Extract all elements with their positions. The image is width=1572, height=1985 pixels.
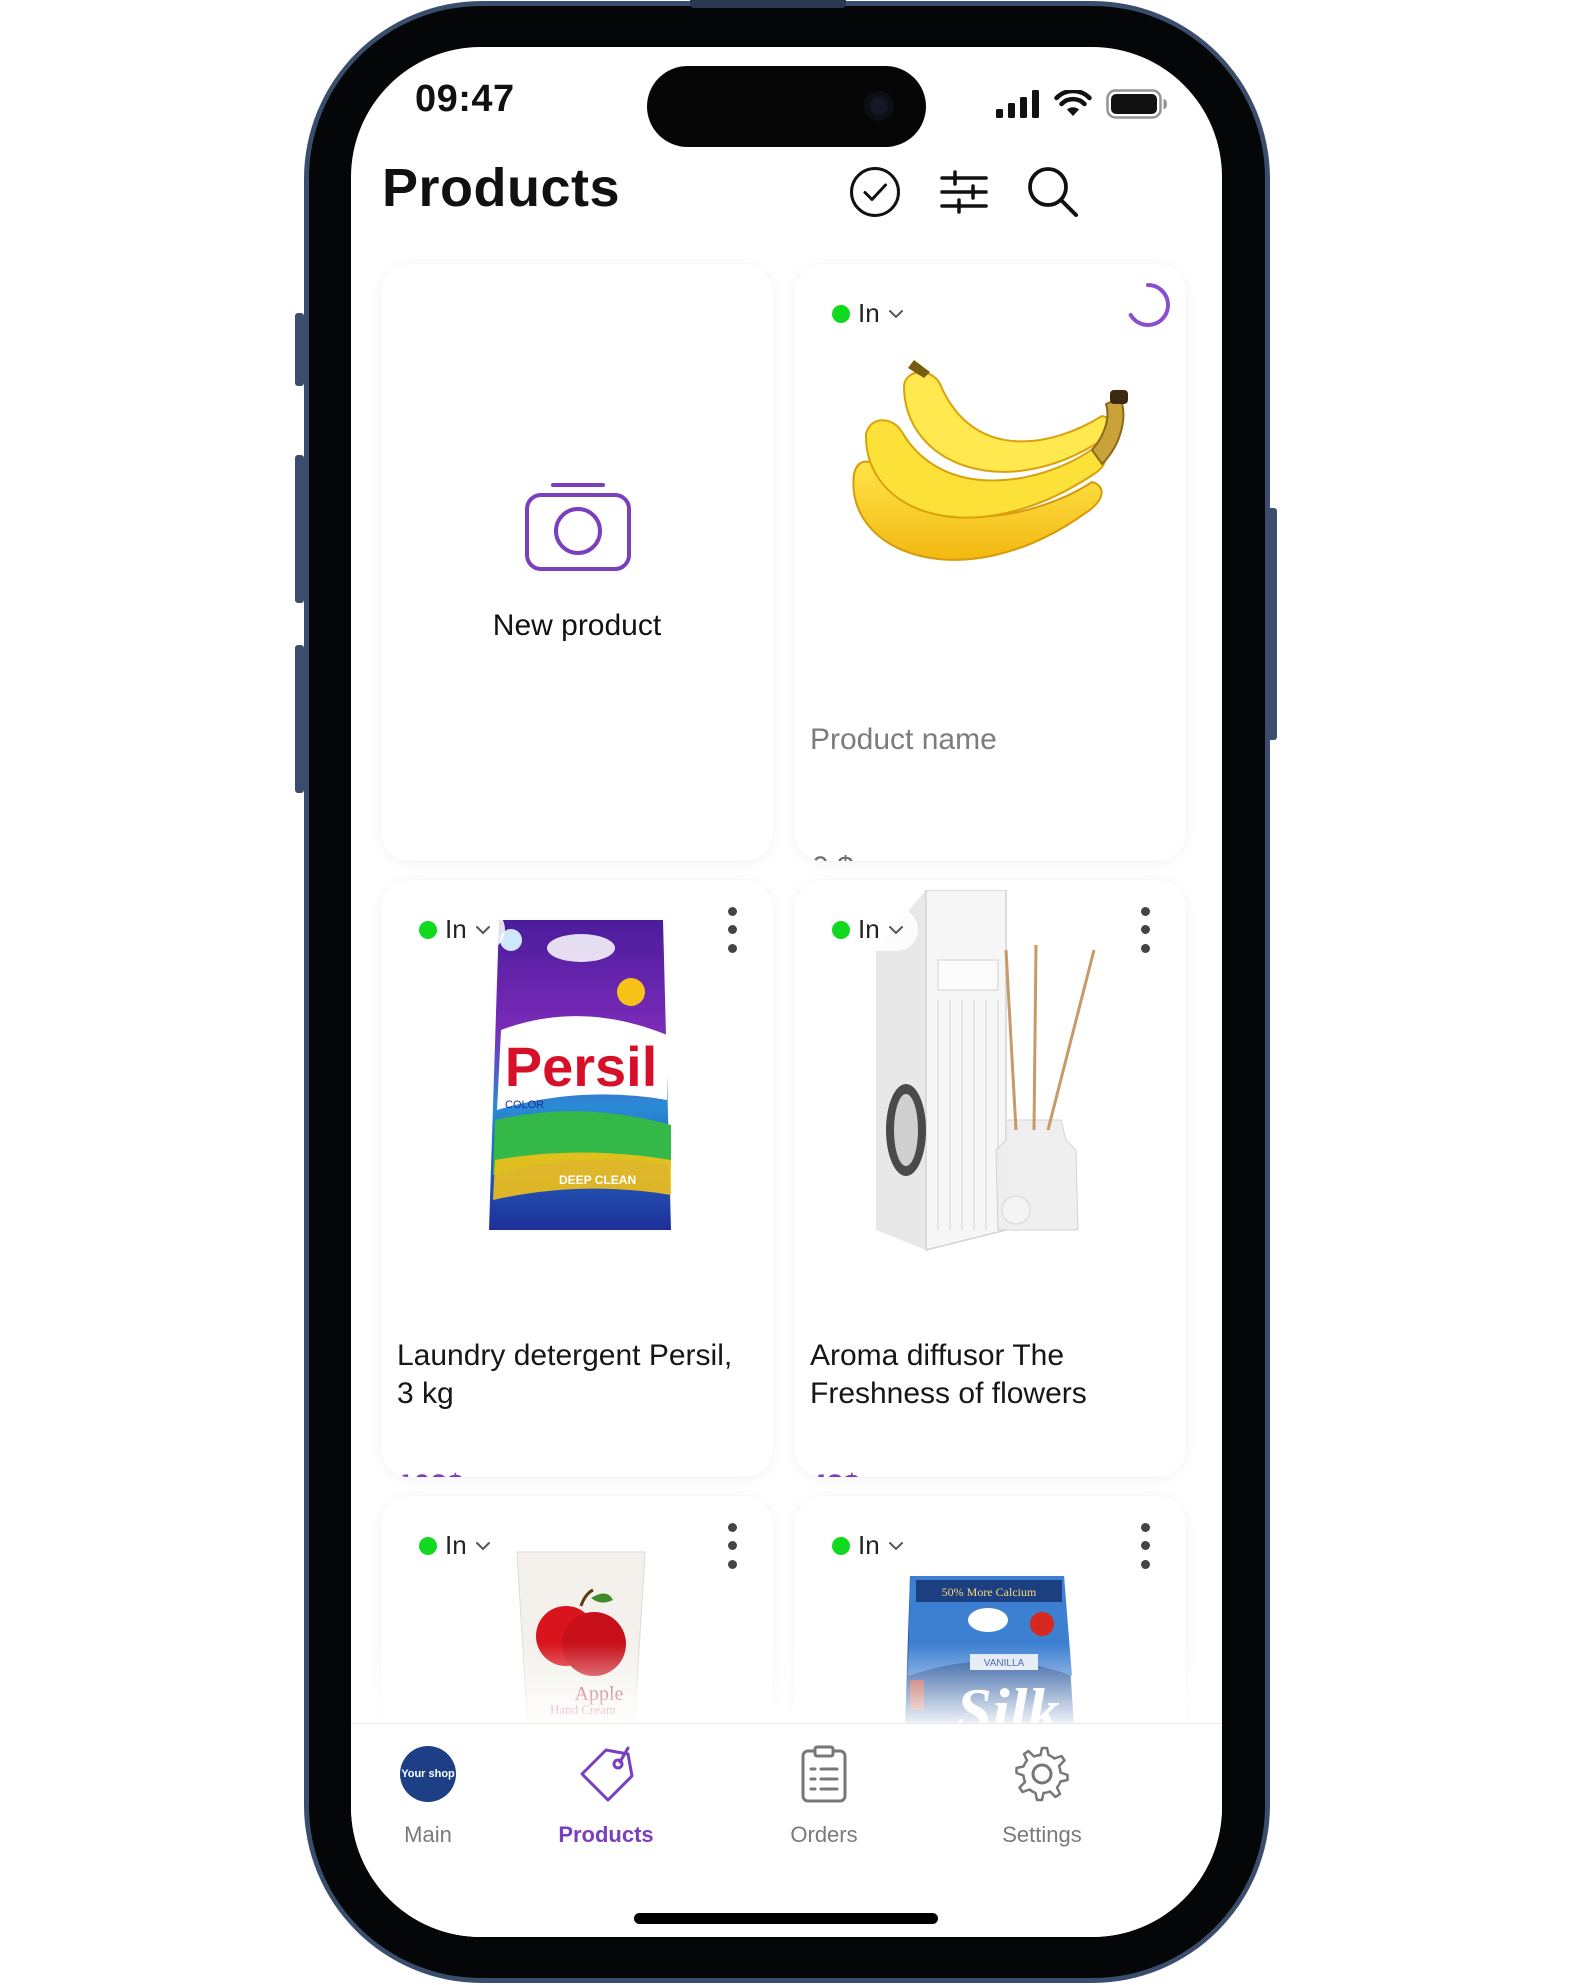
wifi-icon [1054, 90, 1092, 116]
tab-label: Settings [1002, 1822, 1082, 1847]
tab-label: Products [558, 1822, 654, 1847]
stock-status-dropdown[interactable]: In [832, 908, 918, 951]
dynamic-island [647, 66, 926, 147]
camera-add-icon [525, 483, 631, 571]
shop-logo-icon: Your shop [400, 1746, 456, 1802]
side-button-volume-down [295, 645, 304, 793]
side-button-action [295, 313, 304, 386]
more-options-button[interactable] [717, 902, 747, 958]
tab-main[interactable]: Your shop Main [351, 1744, 518, 1854]
silk-top-text: 50% More Calcium [942, 1585, 1037, 1599]
product-name: Product name [810, 723, 997, 756]
check-circle-icon [850, 167, 900, 217]
stock-status-dropdown[interactable]: In [419, 1524, 499, 1567]
search-icon [1028, 167, 1078, 217]
stock-status-label: In [445, 1530, 467, 1560]
side-button-volume-up [295, 455, 304, 603]
filter-sliders-icon [940, 170, 988, 214]
in-stock-dot [419, 920, 437, 939]
stock-status-label: In [858, 914, 880, 944]
cream-line2-text: Hand Cream [550, 1702, 616, 1717]
bottom-tab-bar: Your shop Main Products Orders Settings [351, 1723, 1222, 1937]
gear-icon [1015, 1746, 1069, 1802]
phone-screen: 09:47 Products New product In Product na… [351, 47, 1222, 1937]
product-name: Laundry detergent Persil, 3 kg [397, 1339, 733, 1410]
page-title: Products [382, 158, 621, 218]
tab-settings[interactable]: Settings [952, 1744, 1132, 1854]
product-name: Aroma diffusor The Freshness of flowers [810, 1339, 1087, 1410]
battery-icon [1106, 89, 1167, 119]
signal-icon [996, 90, 1039, 118]
chevron-down-icon [475, 925, 490, 934]
product-card[interactable]: Persil COLOR DEEP CLEAN In Laundry deter… [381, 880, 773, 1477]
chevron-down-icon [888, 309, 903, 318]
filter-button[interactable] [933, 161, 995, 223]
tab-orders[interactable]: Orders [734, 1744, 914, 1854]
product-card[interactable]: In Aroma diffusor The Freshness of flowe… [794, 880, 1186, 1477]
clipboard-list-icon [801, 1745, 847, 1803]
loading-spinner-icon [1128, 283, 1170, 327]
in-stock-dot [832, 304, 850, 323]
product-price: 102$ [397, 1469, 464, 1477]
apple-hand-cream-image: Apple Hand Cream [516, 1551, 646, 1748]
stock-status-dropdown[interactable]: In [419, 908, 505, 951]
new-product-label: New product [492, 609, 662, 642]
product-price: 0 $ [812, 851, 854, 861]
persil-brand-text: Persil [505, 1035, 658, 1098]
new-product-card[interactable]: New product [381, 264, 773, 861]
chevron-down-icon [888, 1541, 903, 1550]
stock-status-label: In [445, 914, 467, 944]
in-stock-dot [832, 1536, 850, 1555]
speaker-slot [690, 0, 846, 8]
select-button[interactable] [844, 161, 906, 223]
price-tag-icon [580, 1746, 634, 1802]
persil-sub-text: COLOR [505, 1099, 544, 1111]
product-card[interactable]: In Product name 0 $ [794, 264, 1186, 861]
search-button[interactable] [1022, 161, 1084, 223]
tab-label: Main [404, 1822, 452, 1847]
status-icons [996, 89, 1168, 119]
chevron-down-icon [475, 1541, 490, 1550]
more-options-button[interactable] [1130, 902, 1160, 958]
persil-clean-text: DEEP CLEAN [559, 1173, 636, 1187]
more-options-button[interactable] [1130, 1518, 1160, 1574]
tab-products[interactable]: Products [516, 1744, 696, 1854]
stock-status-label: In [858, 1530, 880, 1560]
status-time: 09:47 [415, 78, 515, 120]
stock-status-label: In [858, 298, 880, 328]
silk-vanilla-text: VANILLA [984, 1658, 1025, 1669]
camera-icon [864, 91, 894, 121]
stock-status-dropdown[interactable]: In [832, 292, 912, 335]
side-button-power [1268, 508, 1277, 740]
more-options-button[interactable] [717, 1518, 747, 1574]
in-stock-dot [832, 920, 850, 939]
home-indicator [634, 1913, 938, 1924]
banana-image [852, 360, 1128, 561]
tab-label: Orders [790, 1822, 858, 1847]
product-price: 42$ [810, 1469, 860, 1477]
chevron-down-icon [888, 925, 903, 934]
in-stock-dot [419, 1536, 437, 1555]
persil-package-image: Persil COLOR DEEP CLEAN [489, 920, 671, 1230]
